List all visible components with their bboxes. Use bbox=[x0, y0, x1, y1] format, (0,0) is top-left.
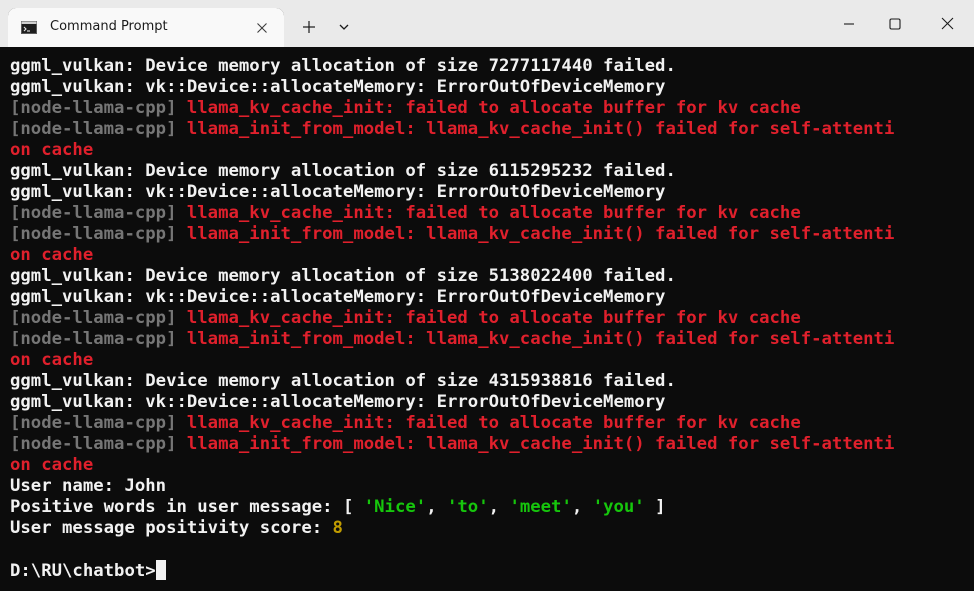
vk-error-text: ggml_vulkan: vk::Device::allocateMemory:… bbox=[10, 287, 666, 307]
log-line-init-wrap: on cache bbox=[10, 350, 894, 371]
separator: , bbox=[488, 497, 510, 517]
alloc-error-text: ggml_vulkan: Device memory allocation of… bbox=[10, 371, 676, 391]
log-line-vk: ggml_vulkan: vk::Device::allocateMemory:… bbox=[10, 392, 894, 413]
maximize-button[interactable] bbox=[870, 0, 920, 47]
log-line-kv-cache: [node-llama-cpp] llama_kv_cache_init: fa… bbox=[10, 308, 894, 329]
maximize-icon bbox=[889, 17, 901, 30]
log-line-alloc: ggml_vulkan: Device memory allocation of… bbox=[10, 371, 894, 392]
log-line-kv-cache: [node-llama-cpp] llama_kv_cache_init: fa… bbox=[10, 98, 894, 119]
positivity-score-line: User message positivity score: 8 bbox=[10, 518, 894, 539]
vk-error-text: ggml_vulkan: vk::Device::allocateMemory:… bbox=[10, 182, 666, 202]
new-tab-button[interactable] bbox=[296, 14, 322, 40]
user-name-line: User name: John bbox=[10, 476, 894, 497]
positive-word: 'to' bbox=[447, 497, 489, 517]
error-message: llama_init_from_model: llama_kv_cache_in… bbox=[176, 434, 895, 454]
terminal-window: Command Prompt ggml_vulkan: Device memor… bbox=[0, 0, 974, 591]
log-line-init-wrap: on cache bbox=[10, 245, 894, 266]
log-line-init: [node-llama-cpp] llama_init_from_model: … bbox=[10, 224, 894, 245]
positive-word: 'you' bbox=[592, 497, 645, 517]
log-line-alloc: ggml_vulkan: Device memory allocation of… bbox=[10, 266, 894, 287]
close-window-button[interactable] bbox=[922, 0, 972, 47]
error-message: llama_kv_cache_init: failed to allocate … bbox=[176, 203, 801, 223]
terminal-icon bbox=[21, 21, 37, 34]
console-text: ggml_vulkan: Device memory allocation of… bbox=[10, 56, 894, 581]
chevron-down-icon bbox=[339, 24, 349, 30]
positive-word: 'meet' bbox=[509, 497, 572, 517]
log-line-init: [node-llama-cpp] llama_init_from_model: … bbox=[10, 119, 894, 140]
error-message: llama_init_from_model: llama_kv_cache_in… bbox=[176, 119, 895, 139]
score-value: 8 bbox=[332, 518, 343, 538]
text-cursor bbox=[155, 560, 166, 580]
vk-error-text: ggml_vulkan: vk::Device::allocateMemory:… bbox=[10, 392, 666, 412]
log-line-vk: ggml_vulkan: vk::Device::allocateMemory:… bbox=[10, 77, 894, 98]
log-line-init-wrap: on cache bbox=[10, 455, 894, 476]
log-prefix: [node-llama-cpp] bbox=[10, 413, 177, 433]
log-line-init-wrap: on cache bbox=[10, 140, 894, 161]
error-message-wrap: on cache bbox=[10, 245, 94, 265]
separator: , bbox=[426, 497, 447, 517]
log-line-alloc: ggml_vulkan: Device memory allocation of… bbox=[10, 161, 894, 182]
close-icon bbox=[257, 23, 267, 33]
log-line-kv-cache: [node-llama-cpp] llama_kv_cache_init: fa… bbox=[10, 203, 894, 224]
error-message: llama_kv_cache_init: failed to allocate … bbox=[176, 413, 801, 433]
error-message-wrap: on cache bbox=[10, 350, 94, 370]
user-name-text: User name: John bbox=[10, 476, 167, 496]
tab-dropdown-button[interactable] bbox=[332, 14, 356, 40]
log-prefix: [node-llama-cpp] bbox=[10, 329, 177, 349]
alloc-error-text: ggml_vulkan: Device memory allocation of… bbox=[10, 266, 676, 286]
terminal-output[interactable]: ggml_vulkan: Device memory allocation of… bbox=[0, 47, 974, 591]
separator: , bbox=[571, 497, 593, 517]
log-prefix: [node-llama-cpp] bbox=[10, 308, 177, 328]
close-tab-button[interactable] bbox=[250, 16, 274, 40]
log-prefix: [node-llama-cpp] bbox=[10, 119, 177, 139]
prompt-line: D:\RU\chatbot> bbox=[10, 560, 894, 581]
alloc-error-text: ggml_vulkan: Device memory allocation of… bbox=[10, 161, 676, 181]
error-message: llama_kv_cache_init: failed to allocate … bbox=[176, 98, 801, 118]
positive-words-label: Positive words in user message: bbox=[10, 497, 343, 517]
error-message-wrap: on cache bbox=[10, 455, 94, 475]
bracket-close: ] bbox=[644, 497, 666, 517]
log-line-init: [node-llama-cpp] llama_init_from_model: … bbox=[10, 434, 894, 455]
minimize-icon bbox=[844, 22, 854, 25]
log-line-vk: ggml_vulkan: vk::Device::allocateMemory:… bbox=[10, 287, 894, 308]
vk-error-text: ggml_vulkan: vk::Device::allocateMemory:… bbox=[10, 77, 666, 97]
bracket-open: [ bbox=[342, 497, 364, 517]
title-bar[interactable]: Command Prompt bbox=[0, 0, 974, 47]
positive-word: 'Nice' bbox=[363, 497, 427, 517]
positive-words-line: Positive words in user message: [ 'Nice'… bbox=[10, 497, 894, 518]
plus-icon bbox=[303, 21, 315, 33]
alloc-error-text: ggml_vulkan: Device memory allocation of… bbox=[10, 56, 676, 76]
log-line-kv-cache: [node-llama-cpp] llama_kv_cache_init: fa… bbox=[10, 413, 894, 434]
log-prefix: [node-llama-cpp] bbox=[10, 98, 177, 118]
log-prefix: [node-llama-cpp] bbox=[10, 224, 177, 244]
log-line-init: [node-llama-cpp] llama_init_from_model: … bbox=[10, 329, 894, 350]
log-prefix: [node-llama-cpp] bbox=[10, 434, 177, 454]
score-label: User message positivity score: bbox=[10, 518, 333, 538]
command-prompt: D:\RU\chatbot> bbox=[10, 561, 156, 581]
tab-command-prompt[interactable]: Command Prompt bbox=[8, 8, 284, 47]
minimize-button[interactable] bbox=[824, 0, 874, 47]
close-icon bbox=[941, 17, 953, 30]
log-prefix: [node-llama-cpp] bbox=[10, 203, 177, 223]
error-message: llama_init_from_model: llama_kv_cache_in… bbox=[176, 224, 895, 244]
log-line-vk: ggml_vulkan: vk::Device::allocateMemory:… bbox=[10, 182, 894, 203]
error-message: llama_init_from_model: llama_kv_cache_in… bbox=[176, 329, 895, 349]
error-message: llama_kv_cache_init: failed to allocate … bbox=[176, 308, 801, 328]
log-line-alloc: ggml_vulkan: Device memory allocation of… bbox=[10, 56, 894, 77]
error-message-wrap: on cache bbox=[10, 140, 94, 160]
tab-title: Command Prompt bbox=[50, 19, 168, 34]
